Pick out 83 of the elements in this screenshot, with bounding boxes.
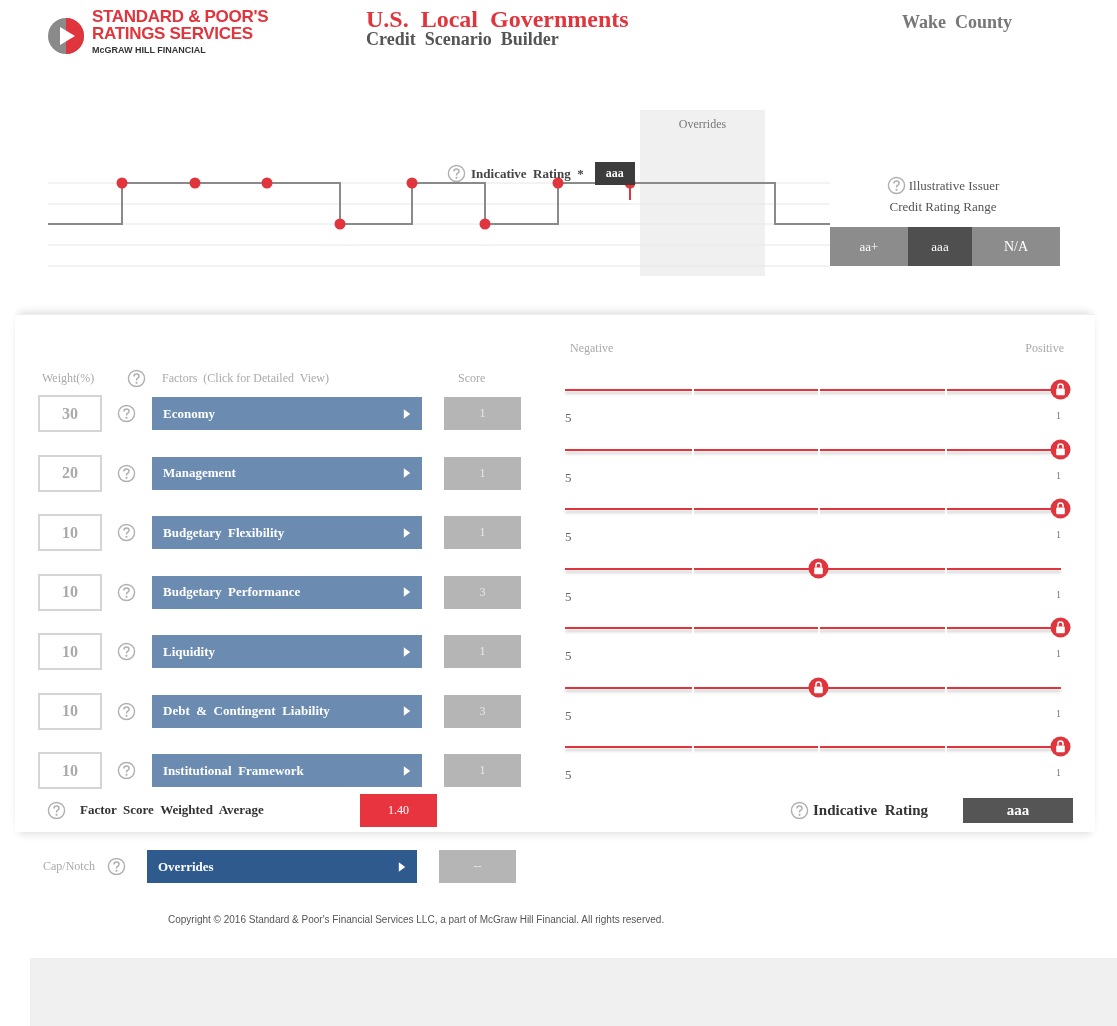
scale-max: 1 — [1056, 588, 1061, 602]
scale-max: 1 — [1056, 529, 1061, 542]
lock-icon[interactable] — [1050, 438, 1071, 460]
factor-button[interactable]: Institutional Framework — [152, 754, 422, 787]
scale-label: Positive — [1025, 341, 1064, 356]
indicative-rating-value: aaa — [594, 162, 635, 185]
help-icon[interactable] — [447, 164, 466, 183]
logo-tagline: McGRAW HILL FINANCIAL — [92, 45, 207, 55]
entity-name: Wake County — [902, 12, 1013, 34]
range-label: Illustrative Issuer — [908, 177, 1000, 194]
score-slider[interactable] — [565, 736, 1071, 758]
scale-max: 1 — [1056, 767, 1061, 780]
lock-icon[interactable] — [1050, 498, 1071, 519]
weight-field[interactable]: 30 — [38, 395, 102, 432]
rating-point — [406, 177, 418, 189]
factor-button[interactable]: Liquidity — [152, 635, 422, 668]
scale-max: 1 — [1056, 648, 1061, 661]
play-icon — [403, 705, 411, 717]
play-icon — [398, 860, 406, 873]
scale-max: 1 — [1056, 469, 1061, 483]
weight-field[interactable]: 10 — [38, 514, 102, 551]
rating-range-segment: N/A — [972, 227, 1060, 266]
logo-icon — [46, 16, 86, 56]
factor-button[interactable]: Management — [152, 456, 422, 490]
factor-button[interactable]: Budgetary Performance — [152, 575, 422, 609]
play-icon — [403, 586, 411, 598]
lock-icon[interactable] — [1050, 617, 1071, 638]
score-slider[interactable] — [565, 498, 1071, 520]
page-subtitle: Credit Scenario Builder — [366, 30, 560, 48]
play-icon — [403, 467, 411, 479]
weighted-average-label: Factor Score Weighted Average — [80, 802, 265, 818]
score-slider[interactable] — [565, 438, 1071, 461]
indicative-rating-value: aaa — [963, 797, 1073, 823]
lock-icon[interactable] — [1050, 379, 1071, 400]
weight-field[interactable]: 10 — [38, 573, 102, 611]
column-header: Score — [458, 370, 486, 386]
column-header: Weight(%) — [41, 370, 96, 386]
copyright-text: Copyright © 2016 Standard & Poor's Financial Services LLC, a part of McGraw Hill Financial. All rights reserved. — [168, 914, 666, 925]
rating-range-segment: aaa — [908, 227, 972, 266]
lock-icon[interactable] — [807, 557, 829, 579]
cap-notch-label: Cap/Notch — [43, 859, 95, 874]
play-icon — [403, 526, 411, 539]
rating-point — [116, 177, 128, 189]
logo-wordmark: STANDARD & POOR'S — [92, 8, 269, 25]
weight-field[interactable]: 10 — [38, 752, 102, 789]
page-title: U.S. Local Governments — [366, 8, 630, 30]
rating-range-segment: aa+ — [830, 227, 908, 266]
rating-point — [261, 177, 273, 189]
play-icon — [403, 645, 411, 658]
scale-min: 5 — [565, 707, 572, 724]
indicative-rating-label: Indicative Rating — [813, 801, 929, 819]
weighted-average-value: 1.40 — [360, 793, 437, 827]
overrides-label: Overrides — [677, 117, 728, 132]
rating-point — [479, 218, 491, 230]
factor-button[interactable]: Debt & Contingent Liability — [152, 694, 422, 728]
override-value: -- — [439, 850, 516, 883]
factor-button[interactable]: Budgetary Flexibility — [152, 516, 422, 549]
overrides-button[interactable]: Overrides — [147, 850, 417, 883]
lock-icon[interactable] — [1050, 736, 1071, 757]
weight-field[interactable]: 10 — [38, 692, 102, 730]
scale-min: 5 — [565, 767, 572, 783]
range-label: Credit Rating Range — [889, 199, 997, 215]
rating-point — [189, 177, 201, 189]
scale-max: 1 — [1056, 410, 1061, 423]
score-slider[interactable] — [565, 617, 1071, 639]
play-icon — [403, 764, 411, 777]
scale-min: 5 — [565, 648, 572, 664]
scale-max: 1 — [1056, 707, 1061, 721]
scale-min: 5 — [565, 410, 572, 426]
scale-min: 5 — [565, 469, 572, 486]
play-icon — [403, 407, 411, 420]
factor-button[interactable]: Economy — [152, 397, 422, 430]
indicative-rating-label: Indicative Rating * — [471, 165, 584, 182]
lock-icon[interactable] — [807, 676, 829, 698]
column-header: Factors (Click for Detailed View) — [162, 370, 330, 386]
logo-wordmark: RATINGS SERVICES — [92, 25, 254, 42]
scale-min: 5 — [565, 588, 572, 605]
weight-field[interactable]: 10 — [38, 633, 102, 670]
score-slider[interactable] — [565, 379, 1071, 401]
scale-label: Negative — [570, 341, 614, 356]
weight-field[interactable]: 20 — [38, 454, 102, 492]
scale-min: 5 — [565, 529, 572, 545]
rating-point — [334, 218, 346, 230]
